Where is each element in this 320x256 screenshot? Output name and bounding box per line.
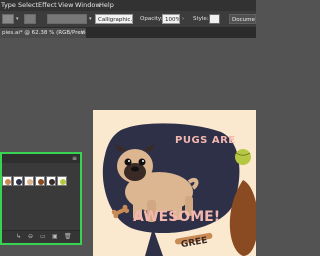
- document-setup-button[interactable]: Document Se: [229, 14, 256, 24]
- stroke-weight-field[interactable]: [47, 14, 87, 24]
- panel-footer: ↳ ⊖ ▭ ▣ 🗑: [2, 230, 80, 243]
- headline-main: AWESOME!: [133, 209, 221, 225]
- document-tab[interactable]: pies.ai* @ 62.38 % (RGB/Preview): [0, 28, 86, 38]
- menu-help[interactable]: Help: [99, 0, 114, 11]
- pug-illustration: [102, 123, 256, 256]
- libraries-panel: ≡ ↳ ⊖ ▭ ▣ 🗑: [0, 152, 82, 245]
- opacity-field[interactable]: 100%: [162, 14, 180, 24]
- chevron-right-icon[interactable]: ›: [182, 14, 184, 24]
- opacity-label: Opacity:: [140, 16, 163, 22]
- chevron-down-icon[interactable]: ▾: [16, 14, 19, 24]
- trash-icon[interactable]: 🗑: [64, 233, 72, 241]
- library-item[interactable]: [57, 176, 67, 186]
- panel-header: ≡: [2, 154, 80, 163]
- stroke-swatch[interactable]: [24, 14, 36, 24]
- artboard: PUGS ARE AWESOME! GREE: [93, 110, 256, 256]
- menu-view[interactable]: View: [58, 0, 73, 11]
- menu-effect[interactable]: Effect: [38, 0, 57, 11]
- menu-window[interactable]: Window: [75, 0, 101, 11]
- fill-swatch[interactable]: [2, 14, 14, 24]
- menu-bar: Type Select Effect View Window Help: [0, 0, 256, 11]
- headline-top: PUGS ARE: [175, 135, 236, 146]
- close-icon[interactable]: ×: [80, 28, 85, 38]
- ball-icon: [235, 149, 251, 165]
- style-label: Style:: [193, 16, 209, 22]
- library-item[interactable]: [24, 176, 34, 186]
- panel-menu-icon[interactable]: ≡: [72, 154, 77, 163]
- library-item[interactable]: [13, 176, 23, 186]
- document-tab-bar: pies.ai* @ 62.38 % (RGB/Preview) ×: [0, 28, 256, 38]
- menu-type[interactable]: Type: [1, 0, 16, 11]
- control-bar: ▾ ▾ Calligraphic... Opacity: 100% › Styl…: [0, 11, 256, 28]
- chevron-down-icon[interactable]: ▾: [89, 14, 92, 24]
- new-item-icon[interactable]: ▣: [52, 233, 58, 241]
- brush-definition-dropdown[interactable]: Calligraphic...: [95, 14, 133, 24]
- library-item[interactable]: [2, 176, 12, 186]
- menu-select[interactable]: Select: [18, 0, 38, 11]
- library-item[interactable]: [35, 176, 45, 186]
- link-icon[interactable]: ⊖: [28, 233, 33, 241]
- library-item[interactable]: [46, 176, 56, 186]
- import-icon[interactable]: ↳: [16, 233, 21, 241]
- graphic-style-swatch[interactable]: [209, 14, 220, 24]
- folder-icon[interactable]: ▭: [40, 233, 46, 241]
